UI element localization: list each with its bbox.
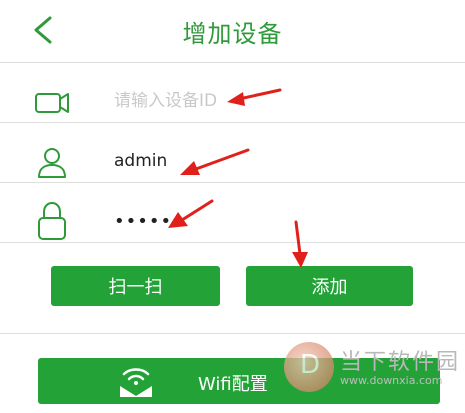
page-title: 增加设备 — [182, 20, 283, 48]
app-header: 增加设备 — [0, 0, 465, 62]
device-id-input[interactable] — [114, 82, 414, 120]
divider — [0, 242, 465, 243]
divider — [0, 182, 465, 183]
lock-icon — [38, 201, 66, 240]
scan-button[interactable]: 扫一扫 — [51, 266, 220, 306]
password-input[interactable] — [114, 202, 414, 240]
divider — [0, 333, 465, 334]
wifi-envelope-icon — [120, 368, 152, 397]
camera-icon — [35, 93, 69, 113]
wifi-config-button[interactable]: Wifi配置 — [38, 358, 440, 404]
add-button[interactable]: 添加 — [246, 266, 413, 306]
divider — [0, 62, 465, 63]
divider — [0, 122, 465, 123]
wifi-config-label: Wifi配置 — [198, 374, 268, 395]
user-icon — [38, 148, 66, 178]
username-input[interactable] — [114, 142, 414, 180]
